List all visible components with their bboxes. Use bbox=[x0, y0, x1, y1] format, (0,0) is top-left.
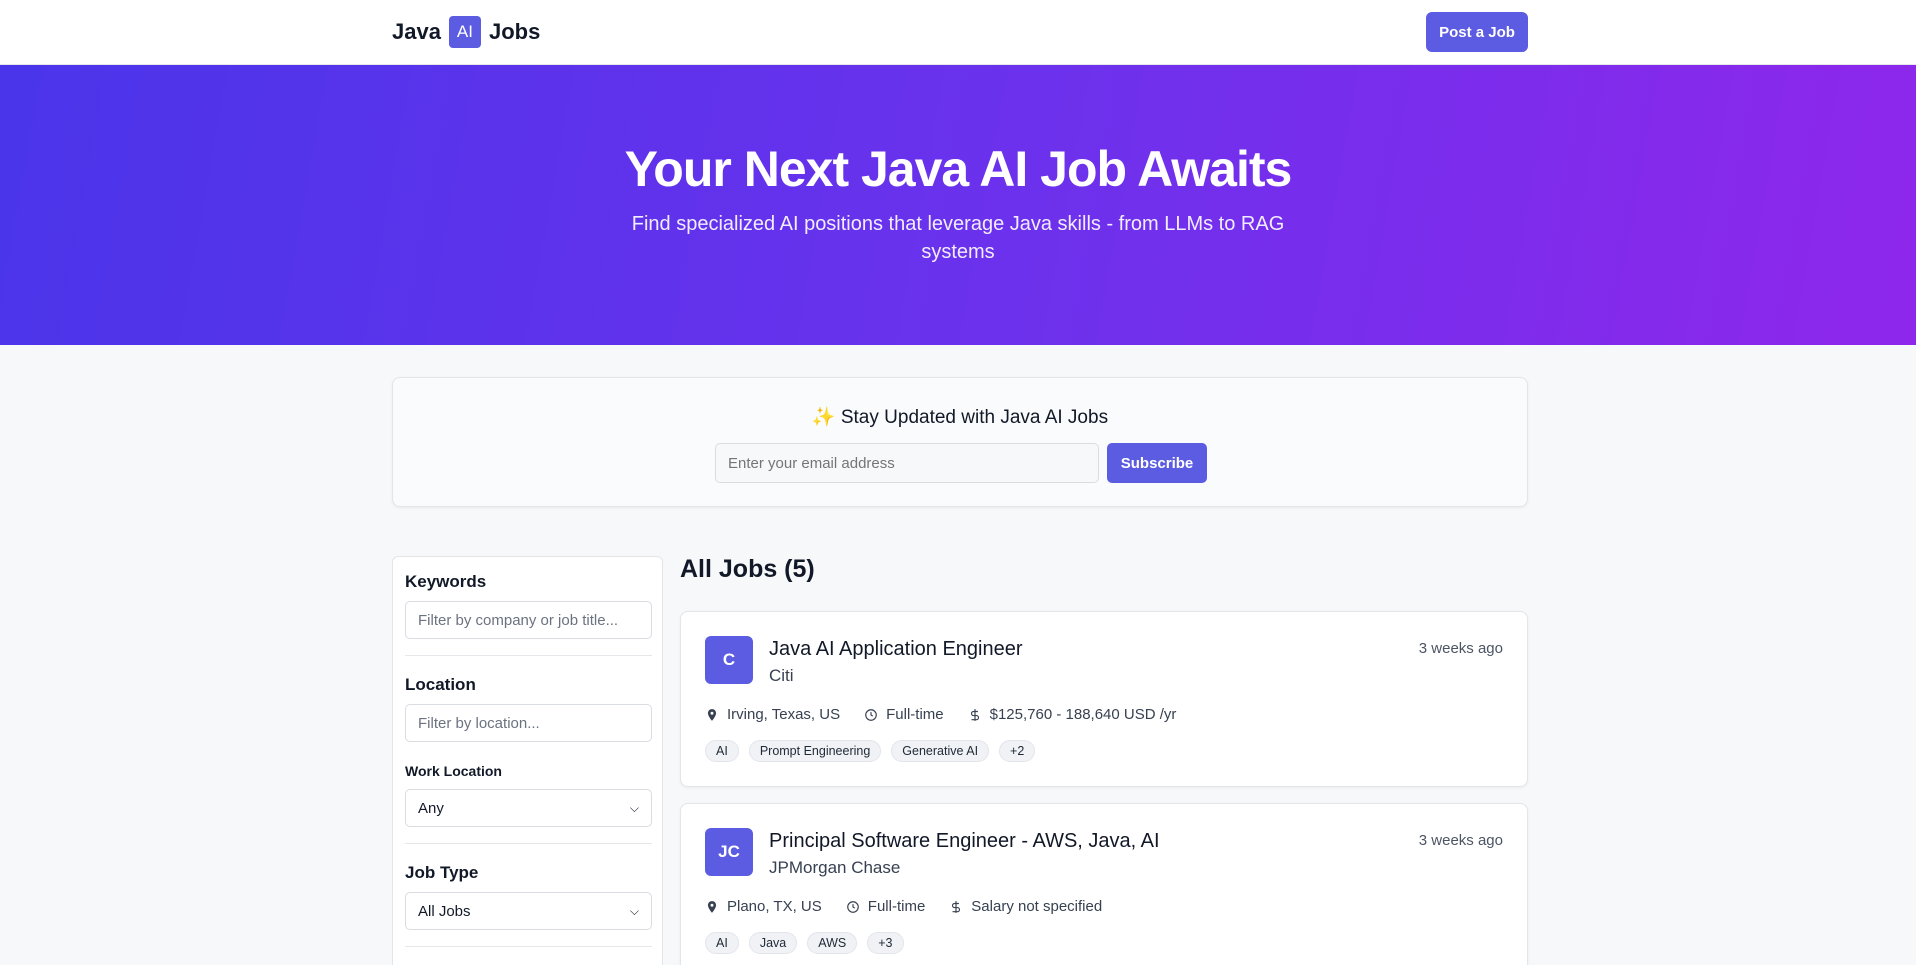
job-type-text: Full-time bbox=[867, 898, 926, 915]
job-location: Irving, Texas, US bbox=[705, 706, 840, 723]
logo-text-java: Java bbox=[392, 18, 441, 44]
logo-ai-badge: AI bbox=[448, 15, 481, 48]
job-tag[interactable]: AI bbox=[705, 932, 739, 954]
company-logo: JC bbox=[705, 828, 753, 876]
company-logo: C bbox=[705, 636, 753, 684]
job-tag[interactable]: Java bbox=[748, 932, 798, 954]
job-card[interactable]: JC Principal Software Engineer - AWS, Ja… bbox=[680, 803, 1528, 965]
location-filter-input[interactable]: Filter by location... bbox=[405, 704, 652, 742]
location-label: Location bbox=[405, 675, 476, 694]
work-location-select[interactable]: Any ⌵ bbox=[405, 789, 652, 827]
site-logo[interactable]: Java AI Jobs bbox=[392, 15, 540, 48]
clock-icon bbox=[846, 900, 859, 913]
keywords-label: Keywords bbox=[405, 572, 487, 591]
job-salary-text: $125,760 - 188,640 USD /yr bbox=[989, 706, 1177, 723]
job-type-text: Full-time bbox=[886, 706, 944, 723]
job-tag[interactable]: AWS bbox=[807, 932, 858, 954]
hero-banner: Your Next Java AI Job Awaits Find specia… bbox=[0, 65, 1916, 345]
job-salary: Salary not specified bbox=[949, 898, 1102, 915]
newsletter-heading: ✨ Stay Updated with Java AI Jobs bbox=[811, 407, 1109, 428]
dollar-icon bbox=[952, 900, 961, 913]
dollar-icon bbox=[970, 708, 979, 721]
clock-icon bbox=[865, 708, 877, 721]
filters-sidebar: Keywords Filter by company or job title.… bbox=[392, 556, 663, 965]
job-card[interactable]: C Java AI Application Engineer Citi 3 we… bbox=[680, 611, 1528, 787]
newsletter-panel: ✨ Stay Updated with Java AI Jobs Subscri… bbox=[392, 377, 1528, 507]
jobs-heading: All Jobs (5) bbox=[680, 555, 815, 583]
top-navbar: Java AI Jobs Post a Job bbox=[0, 0, 1916, 65]
job-tags: AI Prompt Engineering Generative AI +2 bbox=[705, 740, 1036, 762]
job-tag[interactable]: Prompt Engineering bbox=[748, 740, 882, 762]
job-tag[interactable]: AI bbox=[705, 740, 739, 762]
job-meta: Irving, Texas, US Full-time $125,760 - 1… bbox=[705, 706, 1176, 723]
chevron-down-icon: ⌵ bbox=[629, 903, 639, 918]
job-type: Full-time bbox=[846, 898, 926, 915]
job-location-text: Irving, Texas, US bbox=[727, 706, 841, 723]
job-type-label: Job Type bbox=[405, 863, 479, 882]
job-tags: AI Java AWS +3 bbox=[705, 932, 904, 954]
subscribe-button[interactable]: Subscribe bbox=[1107, 443, 1207, 483]
job-type-value: All Jobs bbox=[418, 902, 471, 920]
job-salary: $125,760 - 188,640 USD /yr bbox=[968, 706, 1177, 723]
job-type: Full-time bbox=[864, 706, 944, 723]
job-type-select[interactable]: All Jobs ⌵ bbox=[405, 892, 652, 930]
keywords-filter-input[interactable]: Filter by company or job title... bbox=[405, 601, 652, 639]
job-company: JPMorgan Chase bbox=[769, 858, 901, 877]
job-posted-time: 3 weeks ago bbox=[1418, 832, 1503, 849]
job-company: Citi bbox=[769, 666, 794, 685]
job-tag[interactable]: Generative AI bbox=[891, 740, 990, 762]
job-location-text: Plano, TX, US bbox=[727, 898, 822, 915]
map-pin-icon bbox=[707, 900, 717, 913]
job-tag-more[interactable]: +3 bbox=[867, 932, 904, 954]
logo-text-jobs: Jobs bbox=[488, 18, 541, 44]
filter-divider bbox=[405, 655, 652, 656]
work-location-label: Work Location bbox=[405, 763, 502, 779]
hero-subtitle: Find specialized AI positions that lever… bbox=[631, 213, 1285, 263]
work-location-value: Any bbox=[418, 799, 444, 817]
job-location: Plano, TX, US bbox=[705, 898, 822, 915]
filter-divider bbox=[405, 843, 652, 844]
job-salary-text: Salary not specified bbox=[971, 898, 1103, 915]
newsletter-email-input[interactable] bbox=[715, 443, 1099, 483]
filter-divider bbox=[405, 946, 652, 947]
job-title[interactable]: Principal Software Engineer - AWS, Java,… bbox=[769, 830, 1160, 853]
job-title[interactable]: Java AI Application Engineer bbox=[769, 638, 1023, 661]
job-posted-time: 3 weeks ago bbox=[1418, 640, 1503, 657]
hero-title: Your Next Java AI Job Awaits bbox=[624, 141, 1293, 197]
job-meta: Plano, TX, US Full-time Salary not speci… bbox=[705, 898, 1102, 915]
chevron-down-icon: ⌵ bbox=[629, 800, 639, 815]
map-pin-icon bbox=[707, 708, 717, 721]
job-tag-more[interactable]: +2 bbox=[999, 740, 1036, 762]
post-job-button[interactable]: Post a Job bbox=[1426, 12, 1528, 52]
